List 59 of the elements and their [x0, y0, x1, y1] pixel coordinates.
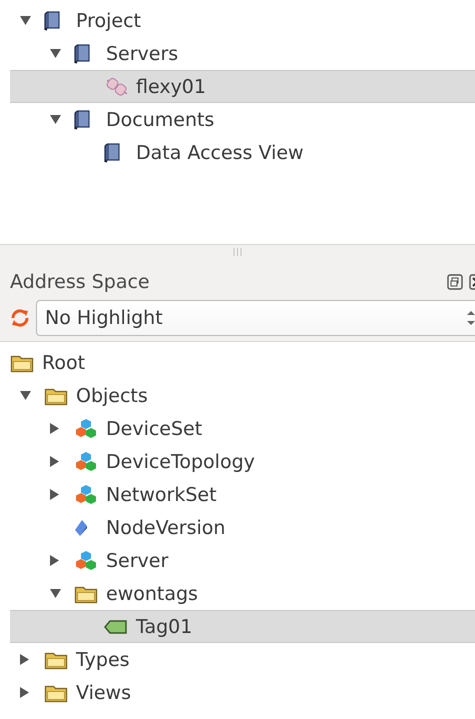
cubes-icon: [74, 484, 98, 506]
item-label: Objects: [76, 384, 148, 406]
refresh-icon[interactable]: [10, 309, 30, 327]
tree-item[interactable]: NetworkSet: [10, 478, 475, 511]
expander-icon[interactable]: [50, 115, 61, 124]
cubes-icon: [74, 450, 98, 472]
tree-item[interactable]: flexy01: [10, 70, 475, 103]
diamond-icon: [74, 518, 88, 536]
item-label: Server: [106, 550, 168, 572]
cubes-icon: [74, 418, 98, 440]
expander-icon[interactable]: [50, 489, 59, 500]
item-label: Types: [76, 648, 130, 670]
book-icon: [74, 110, 90, 130]
grip-icon[interactable]: [233, 248, 242, 256]
expander-icon[interactable]: [50, 456, 59, 467]
expander-icon[interactable]: [20, 16, 31, 25]
panel-title: Address Space: [10, 271, 151, 293]
item-label: Data Access View: [136, 142, 304, 164]
item-label: Documents: [106, 108, 214, 130]
expander-icon[interactable]: [50, 49, 61, 58]
item-label: NetworkSet: [106, 484, 217, 506]
tree-item[interactable]: Project: [10, 4, 475, 37]
item-label: Servers: [106, 42, 178, 64]
item-label: NodeVersion: [106, 516, 226, 538]
book-icon: [74, 44, 90, 64]
item-label: Tag01: [136, 616, 192, 638]
tree-item[interactable]: Documents: [10, 103, 475, 136]
tree-item[interactable]: Server: [10, 544, 475, 577]
item-label: Root: [42, 352, 86, 374]
item-label: Views: [76, 682, 131, 704]
expander-icon[interactable]: [20, 391, 31, 400]
spinner-icon[interactable]: [467, 309, 475, 327]
expander-icon[interactable]: [50, 423, 59, 434]
item-label: DeviceSet: [106, 418, 202, 440]
expander-icon[interactable]: [20, 654, 29, 665]
tree-item[interactable]: Views: [10, 676, 475, 709]
expander-icon[interactable]: [50, 589, 61, 598]
tree-item[interactable]: DeviceSet: [10, 412, 475, 445]
tree-item[interactable]: Objects: [10, 379, 475, 412]
tree-item[interactable]: Tag01: [10, 610, 475, 643]
item-label: flexy01: [136, 76, 206, 98]
tree-item[interactable]: Servers: [10, 37, 475, 70]
tree-item[interactable]: ewontags: [10, 577, 475, 610]
item-label: ewontags: [106, 582, 198, 604]
tree-item[interactable]: Types: [10, 643, 475, 676]
cubes-icon: [74, 550, 98, 572]
expander-icon[interactable]: [20, 687, 29, 698]
tree-item[interactable]: DeviceTopology: [10, 445, 475, 478]
highlight-dropdown[interactable]: No Highlight: [36, 300, 475, 336]
tree-item[interactable]: Root: [10, 346, 475, 379]
tag-icon: [104, 618, 128, 634]
tree-item[interactable]: Data Access View: [10, 136, 475, 169]
expander-icon[interactable]: [50, 555, 59, 566]
restore-icon[interactable]: [447, 274, 463, 290]
item-label: DeviceTopology: [106, 450, 255, 472]
book-icon: [104, 142, 120, 162]
item-label: Project: [76, 10, 142, 32]
tree-item[interactable]: NodeVersion: [10, 511, 475, 544]
book-icon: [44, 10, 60, 30]
